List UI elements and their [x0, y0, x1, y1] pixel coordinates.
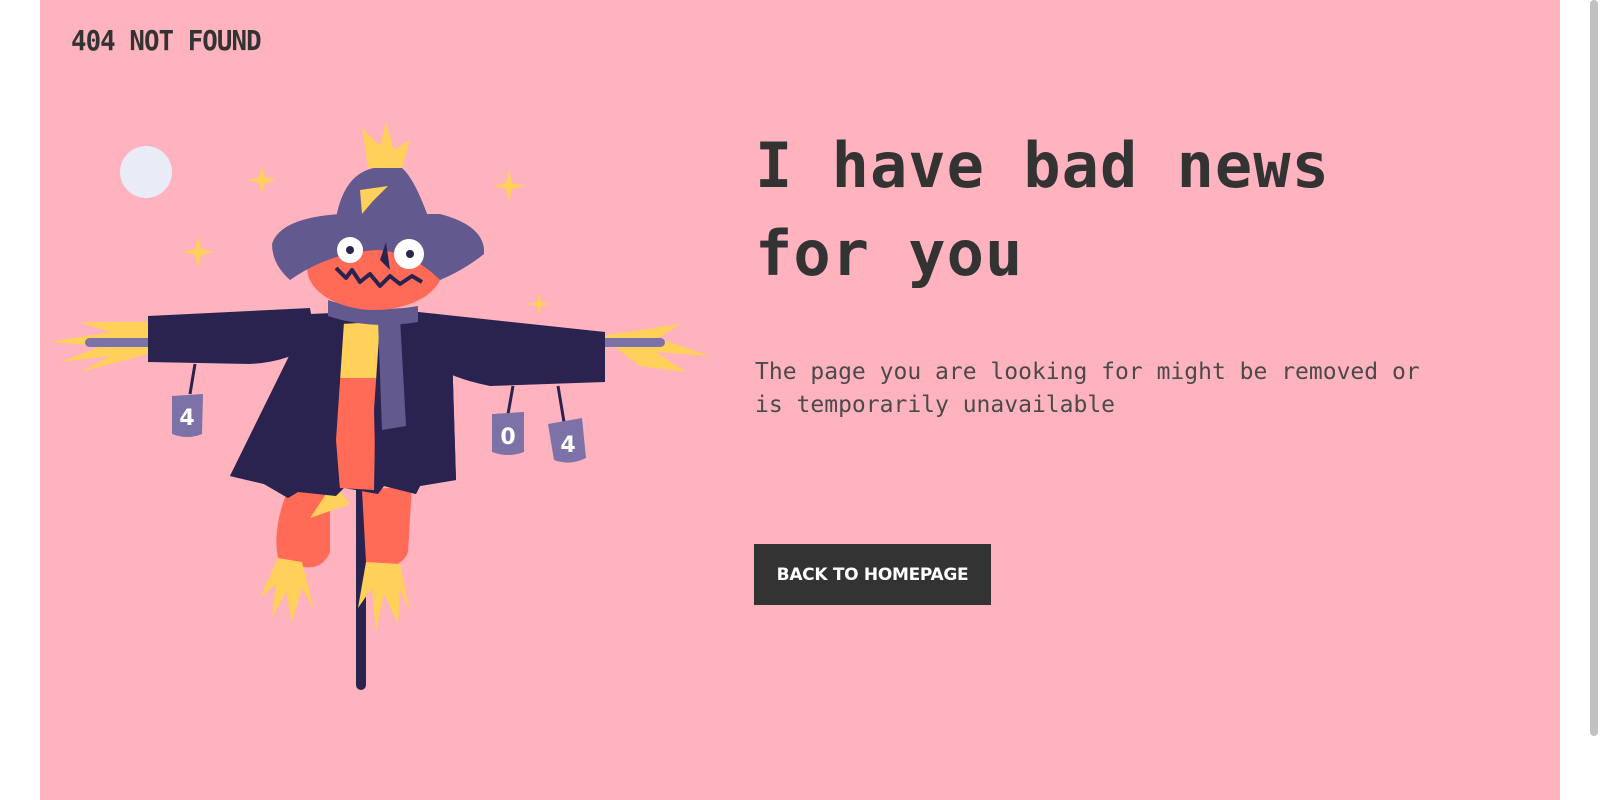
can-left: 4 — [172, 363, 203, 437]
straw-foot-left — [260, 558, 314, 622]
page-background: 404 NOT FOUND 4 0 4 I have bad news for … — [40, 0, 1560, 800]
hat-crown — [336, 168, 432, 228]
scarecrow-illustration: 4 0 4 — [50, 122, 710, 690]
error-message: The page you are looking for might be re… — [755, 359, 1420, 418]
leg-right — [362, 486, 412, 567]
scrollbar-thumb[interactable] — [1590, 0, 1598, 736]
svg-text:0: 0 — [500, 425, 515, 450]
can-right: 4 — [548, 385, 586, 463]
can-middle: 0 — [492, 385, 524, 455]
sleeve-left — [148, 308, 316, 364]
straw-right — [600, 324, 710, 372]
site-logo[interactable]: 404 NOT FOUND — [71, 24, 262, 57]
svg-text:4: 4 — [179, 406, 194, 431]
scrollbar[interactable] — [1584, 0, 1600, 800]
moon-icon — [120, 146, 172, 198]
hat-straw — [362, 122, 410, 168]
svg-text:4: 4 — [560, 433, 575, 458]
page-title: I have bad news for you — [755, 129, 1330, 290]
back-to-homepage-button[interactable]: BACK TO HOMEPAGE — [754, 544, 991, 605]
